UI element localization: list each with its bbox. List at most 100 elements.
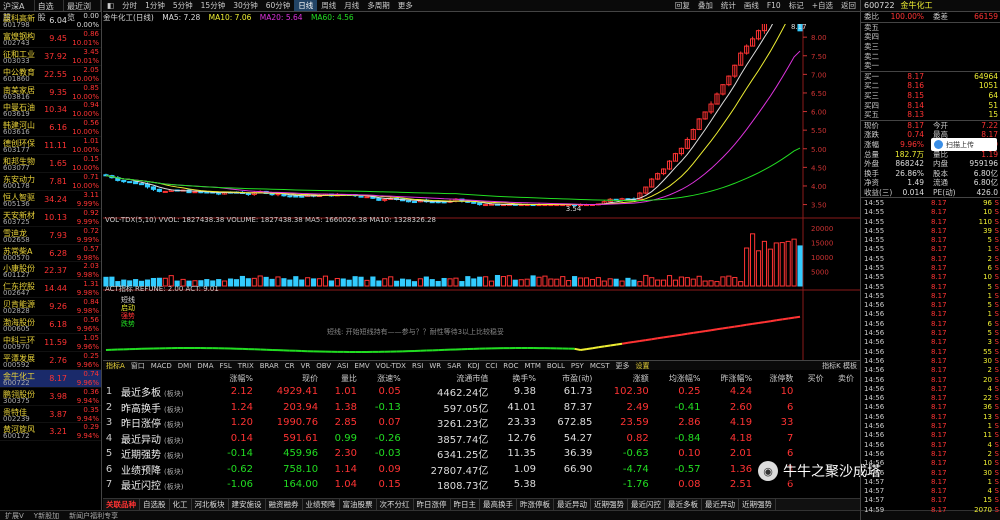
- stock-row[interactable]: 蓝科高新 601798 6.04 0.00 0.00%: [0, 12, 101, 30]
- period-tab[interactable]: 1分钟: [141, 0, 169, 11]
- bottom-tab[interactable]: 业绩预降: [303, 499, 340, 510]
- stock-row[interactable]: 征和工业 003033 37.92 3.45 10.01%: [0, 48, 101, 66]
- indicator-tab[interactable]: 设置: [633, 361, 653, 371]
- indicator-tab[interactable]: 指标A: [103, 361, 128, 371]
- indicator-tab[interactable]: FSL: [217, 362, 235, 370]
- bottom-tab[interactable]: 自选股: [140, 499, 170, 510]
- kline-chart[interactable]: 8.00 7.50 7.00 6.50 6.00 5.50 5.00 4.50 4.00 3.50…: [103, 24, 860, 368]
- period-tab[interactable]: 5分钟: [169, 0, 197, 11]
- stock-row[interactable]: 苏常柴A 000570 6.28 0.57 9.98%: [0, 245, 101, 263]
- bottom-tab[interactable]: 最近异动: [702, 499, 739, 510]
- indicator-tab[interactable]: CCI: [482, 362, 500, 370]
- indicator-tab[interactable]: TRIX: [235, 362, 257, 370]
- bottom-tab[interactable]: 最近异动: [554, 499, 591, 510]
- stock-row[interactable]: 黄河旋风 600172 3.21 0.29 9.94%: [0, 423, 101, 442]
- indicator-tab[interactable]: MCST: [587, 362, 613, 370]
- share-upload-button[interactable]: 扫描上传: [931, 138, 997, 151]
- period-tab[interactable]: 更多: [394, 0, 417, 11]
- list-tab-0[interactable]: 沪深A股: [0, 0, 35, 22]
- period-tab[interactable]: 月线: [340, 0, 363, 11]
- period-tab[interactable]: 周线: [317, 0, 340, 11]
- indicator-template[interactable]: 指标K 模板: [819, 361, 860, 371]
- toolbar-button[interactable]: +自选: [808, 0, 837, 11]
- indicator-tab[interactable]: EMV: [351, 362, 372, 370]
- period-tab[interactable]: 日线: [294, 0, 318, 11]
- stock-row[interactable]: 中公教育 601860 22.55 2.05 10.00%: [0, 66, 101, 84]
- stock-row[interactable]: 平潭发展 000592 2.76 0.25 9.96%: [0, 352, 101, 370]
- stock-row[interactable]: 渤海股份 000605 6.18 0.56 9.96%: [0, 316, 101, 335]
- toolbar-button[interactable]: 叠加: [694, 0, 717, 11]
- bottom-tab[interactable]: 次不分红: [377, 499, 414, 510]
- indicator-tab[interactable]: BRAR: [257, 362, 282, 370]
- bottom-tab[interactable]: 近期强势: [591, 499, 628, 510]
- bottom-tab[interactable]: 昨涨停板: [517, 499, 554, 510]
- period-tab[interactable]: 15分钟: [197, 0, 230, 11]
- stock-row[interactable]: 贵特佳 002239 3.87 0.35 9.94%: [0, 406, 101, 424]
- stock-row[interactable]: 富煌钢构 002743 9.45 0.86 10.01%: [0, 30, 101, 48]
- table-row[interactable]: 2 昨高换手 (板块) 1.24 203.94 1.38 -0.13 597.05亿 41.01…: [103, 400, 860, 416]
- bottom-tab[interactable]: 最近闪控: [628, 499, 665, 510]
- list-tab-2[interactable]: 最近浏览: [64, 0, 101, 22]
- bottom-tab[interactable]: 富油股票: [340, 499, 377, 510]
- period-tab[interactable]: 分时: [118, 0, 141, 11]
- toolbar-icon[interactable]: ◧: [103, 1, 118, 10]
- stock-row[interactable]: 和邦生物 603077 1.65 0.15 10.00%: [0, 155, 101, 174]
- bottom-tab[interactable]: 化工: [170, 499, 192, 510]
- indicator-tab[interactable]: RSI: [409, 362, 426, 370]
- bottom-tab[interactable]: 昨日涨停: [414, 499, 451, 510]
- indicator-tab[interactable]: WR: [426, 362, 444, 370]
- stock-row[interactable]: 德创环保 603177 11.11 1.01 10.00%: [0, 137, 101, 156]
- table-row[interactable]: 5 近期强势 (板块) -0.14 459.96 2.30 -0.03 6341.25亿 11.…: [103, 446, 860, 462]
- bottom-tab[interactable]: 融资融券: [266, 499, 303, 510]
- indicator-tab[interactable]: 更多: [613, 361, 633, 371]
- bottom-tab[interactable]: 近期强势: [739, 499, 776, 510]
- stock-row[interactable]: 南美家居 603816 9.35 0.85 10.00%: [0, 84, 101, 102]
- bottom-tab[interactable]: 建安施设: [229, 499, 266, 510]
- table-row[interactable]: 6 业绩预降 (板块) -0.62 758.10 1.14 0.09 27807.47亿 1.0…: [103, 462, 860, 478]
- toolbar-button[interactable]: 返回: [837, 0, 860, 11]
- bottom-tab[interactable]: 关联品种: [103, 499, 140, 510]
- stock-row[interactable]: 恒人智驱 605136 34.24 3.11 9.99%: [0, 191, 101, 209]
- indicator-tab[interactable]: MTM: [522, 362, 544, 370]
- stock-row[interactable]: 韩建河山 603616 6.16 0.56 10.00%: [0, 119, 101, 138]
- toolbar-button[interactable]: 回复: [671, 0, 694, 11]
- kline-svg[interactable]: 8.00 7.50 7.00 6.50 6.00 5.50 5.00 4.50 4.00 3.50…: [103, 24, 860, 368]
- toolbar-button[interactable]: 统计: [717, 0, 740, 11]
- table-row[interactable]: 1 最近多板 (板块) 2.12 4929.41 1.01 0.05 4462.24亿 9.38…: [103, 384, 860, 400]
- toolbar-button[interactable]: F10: [763, 1, 785, 10]
- indicator-tab[interactable]: ASI: [334, 362, 351, 370]
- stock-row[interactable]: 东安动力 600178 7.81 0.71 10.00%: [0, 173, 101, 191]
- indicator-tab[interactable]: SAR: [444, 362, 464, 370]
- stock-row[interactable]: 天安新材 603725 10.13 0.92 9.99%: [0, 209, 101, 227]
- indicator-tab[interactable]: KDJ: [464, 362, 482, 370]
- period-tab[interactable]: 60分钟: [262, 0, 295, 11]
- period-tab[interactable]: 30分钟: [229, 0, 262, 11]
- indicator-tab[interactable]: MACD: [148, 362, 175, 370]
- table-row[interactable]: 4 最近异动 (板块) 0.14 591.61 0.99 -0.26 3857.74亿 12.7…: [103, 431, 860, 447]
- indicator-tab[interactable]: ROC: [500, 362, 521, 370]
- indicator-tab[interactable]: VR: [298, 362, 314, 370]
- indicator-tab[interactable]: OBV: [313, 362, 334, 370]
- toolbar-button[interactable]: 画线: [740, 0, 763, 11]
- indicator-tab[interactable]: DMI: [175, 362, 195, 370]
- toolbar-button[interactable]: 标记: [785, 0, 808, 11]
- stock-row[interactable]: 鹏翎股份 300375 3.98 0.36 9.94%: [0, 388, 101, 406]
- table-row[interactable]: 7 最近闪控 (板块) -1.06 164.00 1.04 0.15 1808.73亿 5.38…: [103, 477, 860, 493]
- indicator-tab[interactable]: VOL-TDX: [373, 362, 409, 370]
- indicator-tab[interactable]: CR: [282, 362, 298, 370]
- stock-row[interactable]: 贝肯能源 002828 9.26 0.84 9.98%: [0, 298, 101, 317]
- stock-row[interactable]: 仁东控股 002647 14.44 1.31 9.98%: [0, 280, 101, 299]
- stock-row[interactable]: 金牛化工 600722 8.17 0.74 9.96%: [0, 369, 101, 388]
- indicator-tab[interactable]: DMA: [194, 362, 216, 370]
- indicator-tab[interactable]: PSY: [568, 362, 587, 370]
- stock-row[interactable]: 中科三环 000970 11.59 1.05 9.96%: [0, 334, 101, 352]
- bottom-tab[interactable]: 最高换手: [480, 499, 517, 510]
- bottom-tab[interactable]: 昨日主: [451, 499, 480, 510]
- stock-row[interactable]: 小康股份 601127 22.37 2.03 9.98%: [0, 262, 101, 281]
- indicator-tab[interactable]: 窗口: [128, 361, 148, 371]
- stock-row[interactable]: 中曼石油 603619 10.34 0.94 10.00%: [0, 101, 101, 120]
- indicator-tab[interactable]: BOLL: [544, 362, 568, 370]
- stock-row[interactable]: 雪迪龙 002658 7.93 0.72 9.99%: [0, 227, 101, 245]
- bottom-tab[interactable]: 河北板块: [192, 499, 229, 510]
- table-row[interactable]: 3 昨日涨停 (板块) 1.20 1990.76 2.85 0.07 3261.23亿 23.3…: [103, 415, 860, 431]
